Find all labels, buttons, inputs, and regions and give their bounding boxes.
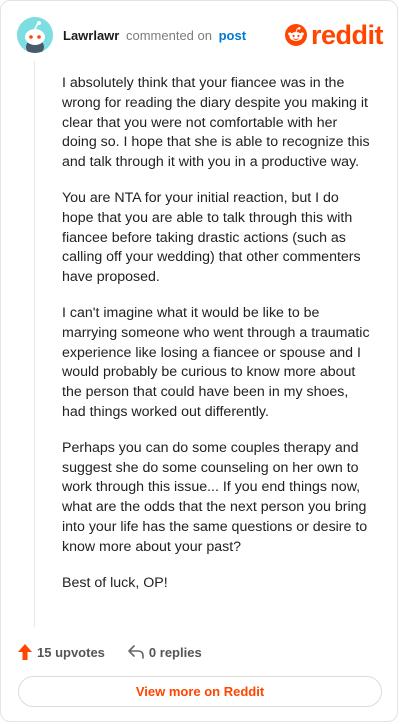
post-link[interactable]: post (219, 28, 246, 43)
upvote-arrow-icon (18, 644, 32, 660)
comment-embed-card: Lawrlawr commented on post reddit I abso… (0, 0, 398, 722)
thread-line (34, 61, 35, 627)
reddit-wordmark: reddit (310, 19, 384, 50)
comment-paragraph: You are NTA for your initial reaction, b… (62, 189, 361, 286)
view-more-button[interactable]: View more on Reddit (18, 676, 382, 707)
reply-count[interactable]: 0 replies (127, 644, 202, 660)
user-avatar[interactable] (17, 17, 53, 53)
comment-paragraph: I can't imagine what it would be like to… (62, 304, 370, 420)
reddit-alien-logo-icon (284, 24, 307, 46)
comment-body: I absolutely think that your fiancee was… (62, 74, 372, 609)
comment-paragraph: Perhaps you can do some couples therapy … (62, 439, 368, 555)
action-text: commented on (125, 27, 212, 43)
comment-paragraph: I absolutely think that your fiancee was… (62, 75, 370, 171)
reddit-brand[interactable]: reddit (284, 19, 384, 50)
snoo-avatar-icon (17, 17, 53, 53)
reply-arrow-icon (128, 645, 144, 659)
comment-meta: Lawrlawr commented on post (63, 28, 246, 43)
comment-footer: 15 upvotes 0 replies (17, 641, 224, 663)
reply-label: 0 replies (148, 644, 202, 660)
comment-header: Lawrlawr commented on post reddit (17, 15, 384, 55)
username-link[interactable]: Lawrlawr (63, 28, 119, 43)
upvote-count[interactable]: 15 upvotes (17, 643, 105, 661)
comment-paragraph: Best of luck, OP! (62, 574, 168, 591)
upvote-label: 15 upvotes (37, 644, 105, 660)
